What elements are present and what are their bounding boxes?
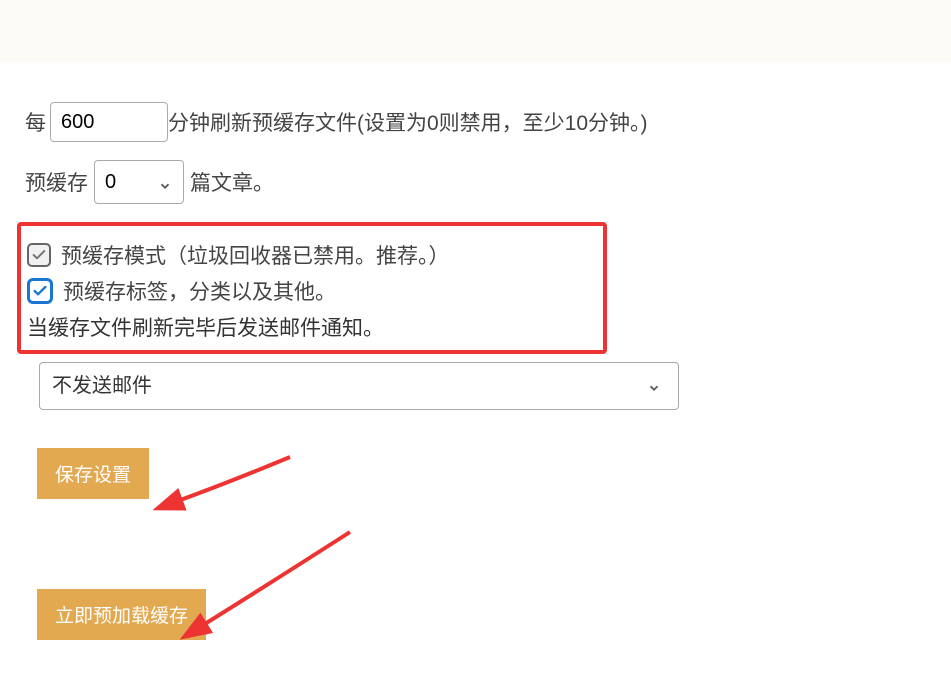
top-bar	[0, 0, 951, 62]
email-select-wrap: 不发送邮件	[39, 362, 679, 410]
preload-cache-button[interactable]: 立即预加载缓存	[37, 589, 206, 640]
settings-form: 每 分钟刷新预缓存文件(设置为0则禁用，至少10分钟。) 预缓存 0 篇文章。 …	[0, 62, 951, 680]
save-button-row: 保存设置	[25, 448, 951, 499]
precache-tags-label: 预缓存标签，分类以及其他。	[63, 276, 336, 306]
preload-button-row: 立即预加载缓存	[25, 589, 951, 640]
precache-count-row: 预缓存 0 篇文章。	[25, 160, 951, 204]
precache-options-highlight: 预缓存模式（垃圾回收器已禁用。推荐。） 预缓存标签，分类以及其他。 当缓存文件刷…	[17, 222, 607, 354]
precache-prefix-label: 预缓存	[25, 167, 88, 197]
precache-tags-option[interactable]: 预缓存标签，分类以及其他。	[27, 276, 593, 306]
precache-count-select-wrap: 0	[94, 160, 184, 204]
save-settings-button[interactable]: 保存设置	[37, 448, 149, 499]
precache-suffix-label: 篇文章。	[190, 167, 274, 197]
refresh-prefix-label: 每	[25, 107, 46, 137]
email-option-select[interactable]: 不发送邮件	[39, 362, 679, 410]
checkbox-icon	[27, 243, 51, 267]
precache-mode-label: 预缓存模式（垃圾回收器已禁用。推荐。）	[61, 240, 450, 270]
refresh-suffix-label: 分钟刷新预缓存文件(设置为0则禁用，至少10分钟。)	[168, 107, 648, 137]
refresh-interval-row: 每 分钟刷新预缓存文件(设置为0则禁用，至少10分钟。)	[25, 102, 951, 142]
email-notify-note: 当缓存文件刷新完毕后发送邮件通知。	[27, 312, 593, 342]
checkbox-checked-icon	[27, 278, 53, 304]
refresh-interval-input[interactable]	[50, 102, 168, 142]
precache-count-select[interactable]: 0	[94, 160, 184, 204]
precache-mode-option[interactable]: 预缓存模式（垃圾回收器已禁用。推荐。）	[27, 240, 593, 270]
